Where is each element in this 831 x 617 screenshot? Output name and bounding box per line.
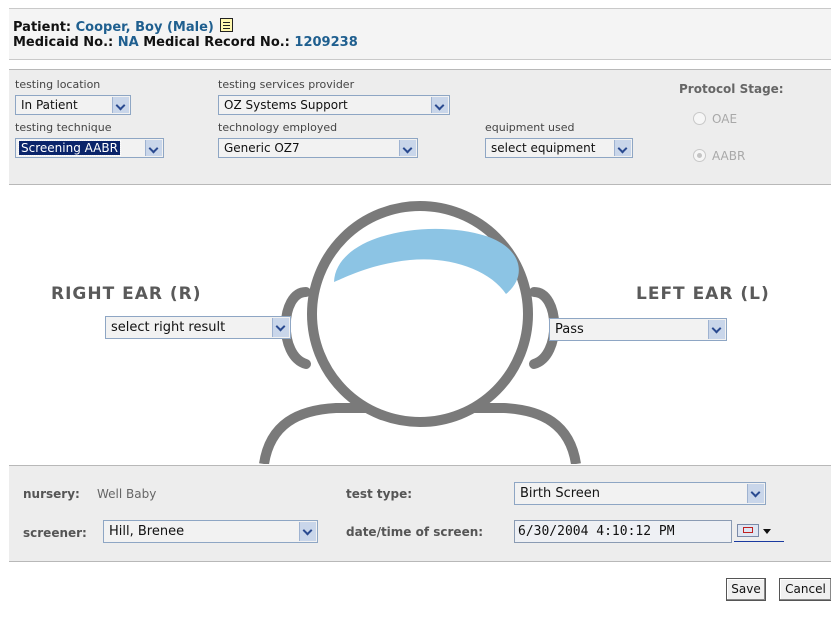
testing-technique-value: Screening AABR <box>18 140 121 156</box>
testing-services-provider-value: OZ Systems Support <box>224 98 348 112</box>
medicaid-number: NA <box>117 35 139 50</box>
testing-technique-label: testing technique <box>15 121 112 134</box>
left-ear-result-value: Pass <box>555 322 584 337</box>
test-type-label: test type: <box>346 487 413 501</box>
protocol-stage-title: Protocol Stage: <box>679 82 784 96</box>
caret-down-icon <box>763 529 771 534</box>
patient-ids-line: Medicaid No.: NA Medical Record No.: 120… <box>13 35 358 50</box>
datetime-value: 6/30/2004 4:10:12 PM <box>518 524 675 539</box>
left-shoulder <box>259 403 368 464</box>
right-ear-title: RIGHT EAR (R) <box>51 284 202 304</box>
patient-label: Patient: <box>13 20 72 35</box>
protocol-oae-label: OAE <box>712 112 738 126</box>
calendar-icon <box>737 524 759 537</box>
left-ear-result-select[interactable]: Pass <box>549 318 727 341</box>
nursery-label: nursery: <box>23 487 80 501</box>
notes-icon[interactable] <box>219 18 233 32</box>
mrn-number: 1209238 <box>294 35 358 50</box>
screener-label: screener: <box>23 526 87 540</box>
equipment-used-value: select equipment <box>491 141 596 155</box>
right-ear-result-select[interactable]: select right result <box>105 316 291 339</box>
technology-employed-label: technology employed <box>218 121 338 134</box>
chevron-down-icon[interactable] <box>708 320 725 339</box>
technology-employed-select[interactable]: Generic OZ7 <box>218 138 418 158</box>
mrn-label: Medical Record No.: <box>143 35 290 50</box>
testing-services-provider-select[interactable]: OZ Systems Support <box>218 95 450 115</box>
baby-head-illustration <box>259 201 581 464</box>
chevron-down-icon[interactable] <box>145 140 162 156</box>
cancel-button[interactable]: Cancel <box>779 578 831 601</box>
screener-select[interactable]: Hill, Brenee <box>103 520 318 543</box>
datetime-label: date/time of screen: <box>346 525 484 539</box>
test-type-select[interactable]: Birth Screen <box>514 482 766 505</box>
right-ear-result-value: select right result <box>111 320 226 335</box>
testing-technique-select[interactable]: Screening AABR <box>15 138 164 158</box>
testing-location-select[interactable]: In Patient <box>15 95 131 115</box>
testing-location-value: In Patient <box>21 98 78 112</box>
patient-name: Cooper, Boy (Male) <box>75 20 214 35</box>
patient-name-line: Patient: Cooper, Boy (Male) <box>13 17 233 35</box>
datetime-input[interactable]: 6/30/2004 4:10:12 PM <box>514 520 732 543</box>
chevron-down-icon[interactable] <box>614 140 631 156</box>
nursery-value: Well Baby <box>97 487 157 501</box>
patient-header: Patient: Cooper, Boy (Male) Medicaid No.… <box>9 8 831 60</box>
testing-services-provider-label: testing services provider <box>218 78 355 91</box>
protocol-aabr-label: AABR <box>712 149 746 163</box>
testing-location-label: testing location <box>15 78 101 91</box>
chevron-down-icon[interactable] <box>747 484 764 503</box>
chevron-down-icon[interactable] <box>431 97 448 113</box>
technology-employed-value: Generic OZ7 <box>224 141 300 155</box>
chevron-down-icon[interactable] <box>112 97 129 113</box>
screener-value: Hill, Brenee <box>109 524 185 539</box>
calendar-picker-button[interactable] <box>734 520 784 542</box>
chevron-down-icon[interactable] <box>399 140 416 156</box>
protocol-oae-radio[interactable] <box>693 112 706 125</box>
right-shoulder <box>472 403 581 464</box>
link-underline <box>734 541 784 542</box>
equipment-used-label: equipment used <box>485 121 575 134</box>
save-button[interactable]: Save <box>726 578 766 601</box>
chevron-down-icon[interactable] <box>272 318 289 337</box>
chevron-down-icon[interactable] <box>299 522 316 541</box>
protocol-aabr-radio[interactable] <box>693 149 706 162</box>
left-ear-title: LEFT EAR (L) <box>636 284 770 304</box>
test-type-value: Birth Screen <box>520 486 601 501</box>
test-settings-panel: testing location In Patient testing serv… <box>9 69 831 185</box>
screening-details-panel: nursery: Well Baby screener: Hill, Brene… <box>9 465 831 562</box>
equipment-used-select[interactable]: select equipment <box>485 138 633 158</box>
medicaid-label: Medicaid No.: <box>13 35 114 50</box>
